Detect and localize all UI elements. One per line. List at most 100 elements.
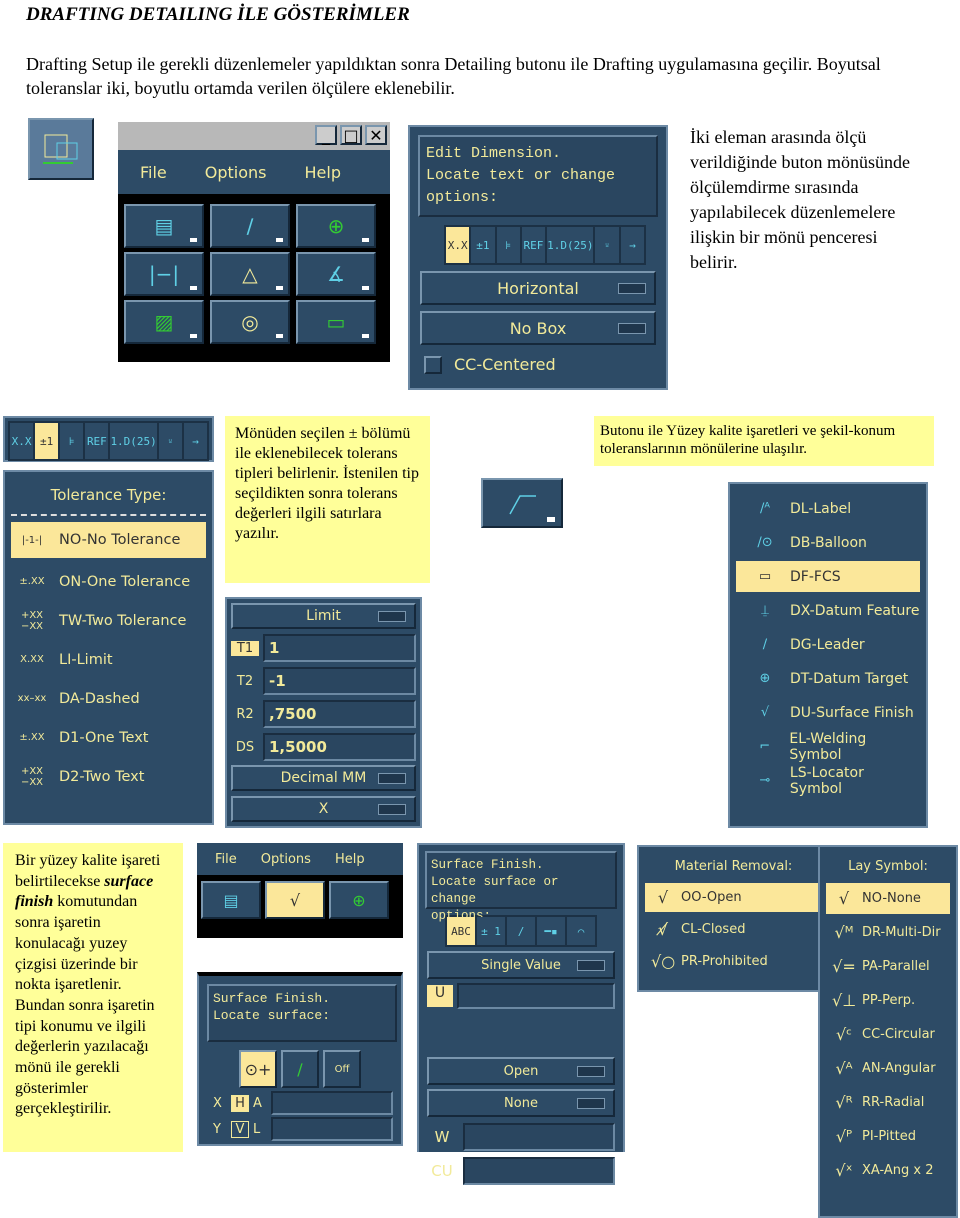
cu-input[interactable] bbox=[463, 1157, 615, 1185]
tolerance-option[interactable]: xx–xx DA-Dashed bbox=[11, 679, 206, 718]
material-option[interactable]: √̸ CL-Closed bbox=[645, 915, 822, 944]
toolbar-button[interactable]: ⊕ bbox=[296, 204, 376, 248]
leader-symbols-button[interactable] bbox=[481, 478, 563, 528]
lay-option[interactable]: √ᴿ RR-Radial bbox=[826, 1087, 950, 1118]
tolerance-option[interactable]: ±.XX ON-One Tolerance bbox=[11, 562, 206, 601]
detailing-button[interactable] bbox=[28, 118, 94, 180]
menu-file[interactable]: File bbox=[140, 163, 167, 182]
material-option[interactable]: √○ PR-Prohibited bbox=[645, 947, 822, 976]
toolbar-option[interactable]: ⌒ bbox=[567, 917, 595, 945]
minimize-button[interactable]: _ bbox=[315, 125, 337, 145]
tolerance-option[interactable]: ±.XX D1-One Text bbox=[11, 718, 206, 757]
centered-checkbox[interactable] bbox=[424, 355, 442, 374]
toolbar-option[interactable]: → bbox=[620, 227, 645, 263]
toolbar-option[interactable]: ━▪ bbox=[537, 917, 565, 945]
toolbar-button[interactable]: |−| bbox=[124, 252, 204, 296]
lay-option[interactable]: √ᴾ PI-Pitted bbox=[826, 1121, 950, 1152]
toolbar-button[interactable]: △ bbox=[210, 252, 290, 296]
units-dropdown[interactable]: Decimal MM bbox=[231, 765, 416, 791]
symbol-option[interactable]: ∕ DG-Leader bbox=[736, 629, 920, 660]
prompt-line: Surface Finish. bbox=[431, 858, 544, 872]
coordinate-input[interactable] bbox=[271, 1117, 393, 1141]
lay-symbol-dropdown[interactable]: None bbox=[427, 1089, 615, 1117]
field-input[interactable]: 1,5000 bbox=[263, 733, 416, 761]
symbol-option[interactable]: ⊕ DT-Datum Target bbox=[736, 663, 920, 694]
toolbar-option[interactable]: ⸚ bbox=[595, 227, 619, 263]
tolerance-option[interactable]: X.XX LI-Limit bbox=[11, 640, 206, 679]
toolbar-option[interactable]: X.X bbox=[446, 227, 470, 263]
field-input[interactable]: -1 bbox=[263, 667, 416, 695]
symbol-icon: ⊕ bbox=[759, 671, 771, 686]
toolbar-option[interactable]: REF bbox=[85, 423, 109, 459]
lay-option[interactable]: √ᶜ CC-Circular bbox=[826, 1019, 950, 1050]
toolbar-button[interactable]: ∡ bbox=[296, 252, 376, 296]
menu-help[interactable]: Help bbox=[335, 852, 365, 867]
close-button[interactable]: ✕ bbox=[365, 125, 387, 145]
menu-help[interactable]: Help bbox=[305, 163, 341, 182]
toolbar-option[interactable]: 1.D(25) bbox=[547, 227, 594, 263]
toolbar-option[interactable]: REF bbox=[521, 227, 546, 263]
offset-button[interactable]: Off bbox=[323, 1050, 361, 1088]
toolbar-option[interactable]: 1.D(25) bbox=[110, 423, 157, 459]
orientation-dropdown[interactable]: Horizontal bbox=[420, 271, 656, 305]
toolbar-option[interactable]: ∕ bbox=[507, 917, 535, 945]
material-removal-dropdown[interactable]: Open bbox=[427, 1057, 615, 1085]
material-option[interactable]: √ OO-Open bbox=[645, 883, 822, 912]
symbol-icon: ∕ᴬ bbox=[760, 501, 770, 516]
toolbar-option[interactable]: ⸚ bbox=[158, 423, 182, 459]
surface-finish-button[interactable]: √ bbox=[265, 881, 325, 919]
symbol-option[interactable]: √ DU-Surface Finish bbox=[736, 697, 920, 728]
w-input[interactable] bbox=[463, 1123, 615, 1151]
tool-icon: ∕ bbox=[246, 214, 254, 238]
toolbar-option[interactable]: ± 1 bbox=[477, 917, 505, 945]
u-value-input[interactable] bbox=[457, 983, 615, 1009]
surface-finish-small-panel: Surface Finish. Locate surface: ⊙+ ∕ Off … bbox=[197, 972, 403, 1146]
orientation-toggle[interactable]: H bbox=[231, 1094, 249, 1112]
field-input[interactable]: ,7500 bbox=[263, 700, 416, 728]
toolbar-button[interactable]: ▭ bbox=[296, 300, 376, 344]
symbol-option[interactable]: ⍊ DX-Datum Feature bbox=[736, 595, 920, 626]
leader-button[interactable]: ∕ bbox=[281, 1050, 319, 1088]
tolerance-option[interactable]: |-1-| NO-No Tolerance bbox=[11, 522, 206, 558]
lay-option[interactable]: √⊥ PP-Perp. bbox=[826, 985, 950, 1016]
annotation-button[interactable]: ▤ bbox=[201, 881, 261, 919]
menu-options[interactable]: Options bbox=[205, 163, 267, 182]
orientation-toggle[interactable]: V bbox=[231, 1120, 249, 1138]
toolbar-option[interactable]: ±1 bbox=[471, 227, 495, 263]
document-title: DRAFTING DETAILING İLE GÖSTERİMLER bbox=[26, 4, 410, 25]
toolbar-option[interactable]: X.X bbox=[10, 423, 34, 459]
maximize-button[interactable]: □ bbox=[340, 125, 362, 145]
coordinate-input[interactable] bbox=[271, 1091, 393, 1115]
lay-option[interactable]: √ᴬ AN-Angular bbox=[826, 1053, 950, 1084]
menu-options[interactable]: Options bbox=[261, 852, 311, 867]
symbol-option[interactable]: ⊸ LS-Locator Symbol bbox=[736, 765, 920, 797]
box-dropdown[interactable]: No Box bbox=[420, 311, 656, 345]
symbol-option[interactable]: ∕ᴬ DL-Label bbox=[736, 493, 920, 524]
menu-file[interactable]: File bbox=[215, 852, 237, 867]
toolbar-button[interactable]: ▤ bbox=[124, 204, 204, 248]
value-type-dropdown[interactable]: Single Value bbox=[427, 951, 615, 979]
toolbar-option[interactable]: ⊧ bbox=[60, 423, 84, 459]
tolerance-type-dropdown[interactable]: Limit bbox=[231, 603, 416, 629]
toolbar-option[interactable]: ⊧ bbox=[496, 227, 520, 263]
tolerance-option[interactable]: +XX −XX D2-Two Text bbox=[11, 757, 206, 796]
symbol-option[interactable]: ▭ DF-FCS bbox=[736, 561, 920, 592]
symbol-option[interactable]: ∕⊙ DB-Balloon bbox=[736, 527, 920, 558]
toolbar-option[interactable]: → bbox=[183, 423, 208, 459]
toolbar-button[interactable]: ∕ bbox=[210, 204, 290, 248]
placement-button[interactable]: ⊙+ bbox=[239, 1050, 277, 1088]
toolbar-button[interactable]: ◎ bbox=[210, 300, 290, 344]
lay-option[interactable]: √ˣ XA-Ang x 2 bbox=[826, 1155, 950, 1186]
toolbar-button[interactable]: ▨ bbox=[124, 300, 204, 344]
tolerance-option[interactable]: +XX −XX TW-Two Tolerance bbox=[11, 601, 206, 640]
lay-option[interactable]: √ NO-None bbox=[826, 883, 950, 914]
field-input[interactable]: 1 bbox=[263, 634, 416, 662]
symbol-option[interactable]: ⌐ EL-Welding Symbol bbox=[736, 731, 920, 763]
symbol-icon: ⌐ bbox=[759, 739, 771, 754]
toolbar-option[interactable]: ABC bbox=[447, 917, 475, 945]
axis-dropdown[interactable]: X bbox=[231, 796, 416, 822]
lay-option[interactable]: √ᴹ DR-Multi-Dir bbox=[826, 917, 950, 948]
centerline-button[interactable]: ⊕ bbox=[329, 881, 389, 919]
lay-option[interactable]: √= PA-Parallel bbox=[826, 951, 950, 982]
toolbar-option[interactable]: ±1 bbox=[35, 423, 59, 459]
